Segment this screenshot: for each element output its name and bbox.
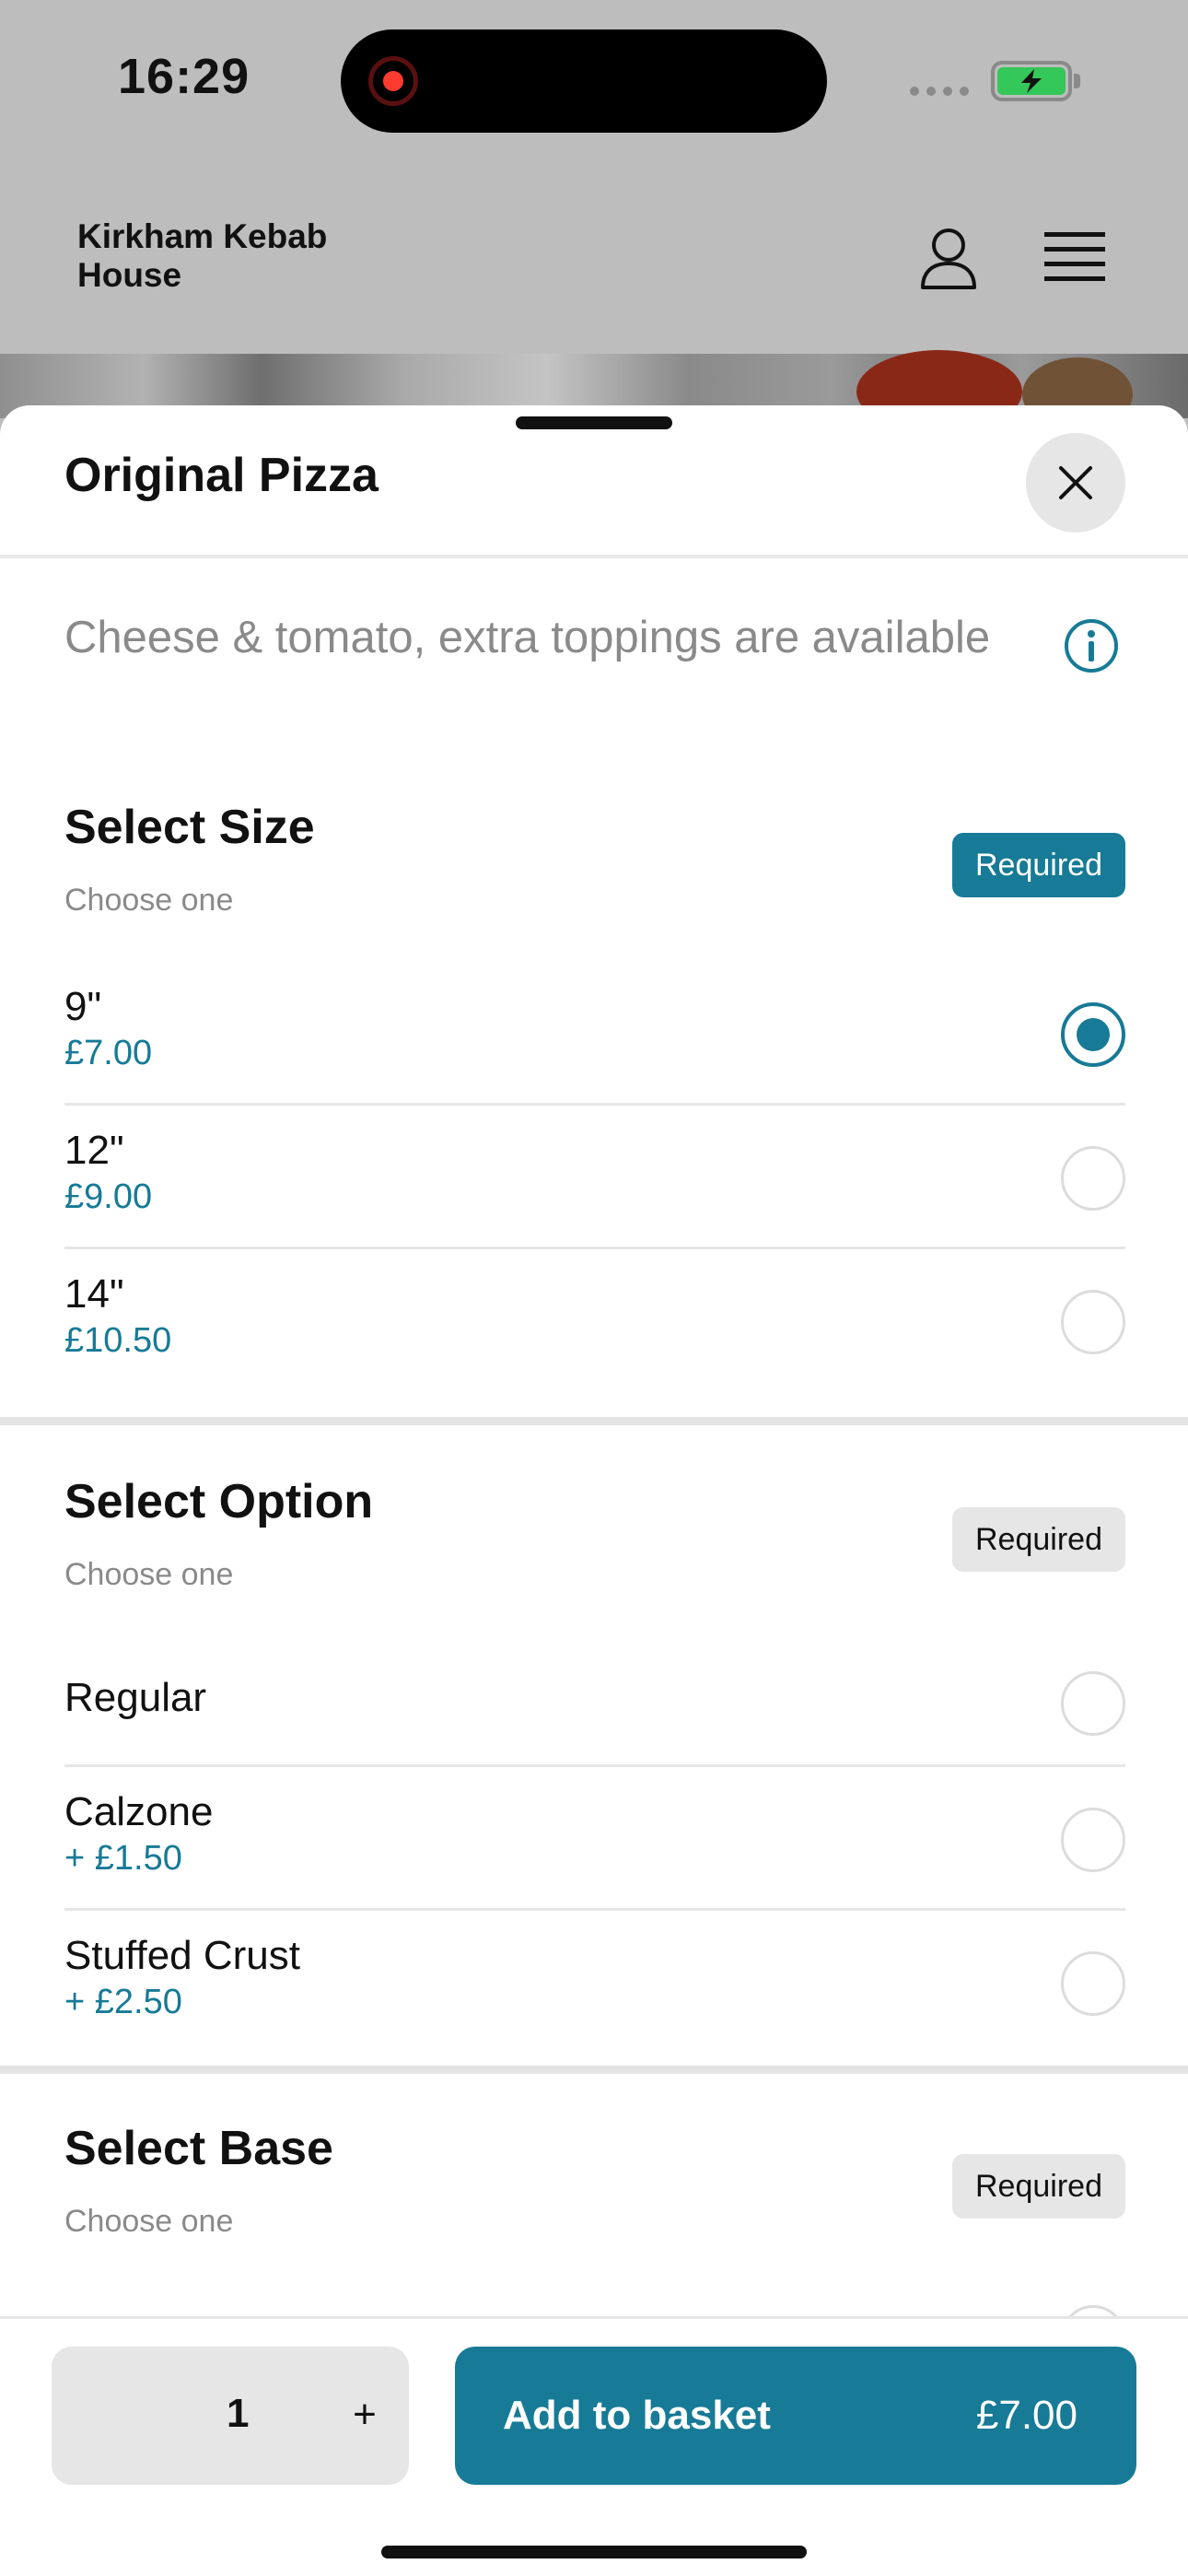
radio-button[interactable] <box>1061 1002 1125 1067</box>
sheet-grabber[interactable] <box>516 416 672 429</box>
section-subtitle: Choose one <box>64 1557 234 1592</box>
option-name: Calzone <box>64 1789 214 1834</box>
option-name: Stuffed Crust <box>64 1933 300 1978</box>
section-separator <box>0 1417 1188 1425</box>
info-icon[interactable] <box>1063 617 1120 674</box>
app-header: Kirkham Kebab House <box>0 166 1188 354</box>
item-title: Original Pizza <box>64 449 379 502</box>
battery-cap <box>1074 74 1080 88</box>
restaurant-name[interactable]: Kirkham Kebab House <box>77 217 372 295</box>
battery-icon <box>991 61 1072 101</box>
quantity-value: 1 <box>227 2391 250 2436</box>
title-divider <box>0 555 1188 558</box>
close-button[interactable] <box>1026 433 1125 533</box>
hamburger-menu-icon[interactable] <box>1041 227 1109 289</box>
option-calzone[interactable]: Calzone + £1.50 <box>64 1767 1125 1911</box>
person-icon[interactable] <box>912 223 985 297</box>
option-regular[interactable]: Regular <box>64 1623 1125 1767</box>
signal-icon <box>910 87 969 96</box>
option-price: + £1.50 <box>64 1839 182 1878</box>
section-separator <box>0 2066 1188 2074</box>
dynamic-island <box>341 29 827 133</box>
option-price: £9.00 <box>64 1177 153 1216</box>
plus-button[interactable]: + <box>328 2378 402 2452</box>
option-stuffed-crust[interactable]: Stuffed Crust + £2.50 <box>64 1911 1125 2055</box>
screen: 16:29 Kirkham Kebab House Original Pizza… <box>0 0 1188 2576</box>
home-indicator <box>381 2546 807 2558</box>
option-name: 14" <box>64 1271 124 1317</box>
bottom-bar: 1 + Add to basket £7.00 <box>0 2316 1188 2576</box>
required-badge: Required <box>952 833 1125 897</box>
option-name: 12" <box>64 1128 124 1173</box>
radio-button[interactable] <box>1061 1671 1125 1736</box>
required-badge: Required <box>952 1507 1125 1572</box>
radio-button[interactable] <box>1061 1146 1125 1211</box>
section-subtitle: Choose one <box>64 2204 234 2239</box>
radio-button[interactable] <box>1061 1290 1125 1354</box>
item-description: Cheese & tomato, extra toppings are avai… <box>64 613 991 662</box>
section-subtitle: Choose one <box>64 883 234 918</box>
add-to-basket-button[interactable]: Add to basket £7.00 <box>455 2347 1136 2485</box>
size-option-14[interactable]: 14" £10.50 <box>64 1249 1125 1393</box>
item-sheet: Original Pizza Cheese & tomato, extra to… <box>0 405 1188 2576</box>
section-title: Select Base <box>64 2122 333 2175</box>
section-title: Select Option <box>64 1475 374 1528</box>
section-title: Select Size <box>64 801 315 854</box>
quantity-stepper[interactable]: 1 + <box>52 2347 409 2485</box>
option-price: £7.00 <box>64 1034 153 1072</box>
add-to-basket-label: Add to basket <box>503 2393 771 2438</box>
option-price: + £2.50 <box>64 1983 182 2021</box>
recording-icon <box>368 56 418 106</box>
radio-button[interactable] <box>1061 1808 1125 1872</box>
status-time: 16:29 <box>118 49 250 104</box>
option-name: Regular <box>64 1675 207 1720</box>
option-name: 9" <box>64 984 102 1029</box>
status-bar: 16:29 <box>0 0 1188 166</box>
radio-button[interactable] <box>1061 1951 1125 2016</box>
basket-total: £7.00 <box>975 2393 1077 2438</box>
size-option-9[interactable]: 9" £7.00 <box>64 962 1125 1106</box>
option-price: £10.50 <box>64 1321 172 1360</box>
close-icon <box>1059 466 1092 499</box>
size-option-12[interactable]: 12" £9.00 <box>64 1106 1125 1249</box>
required-badge: Required <box>952 2154 1125 2219</box>
